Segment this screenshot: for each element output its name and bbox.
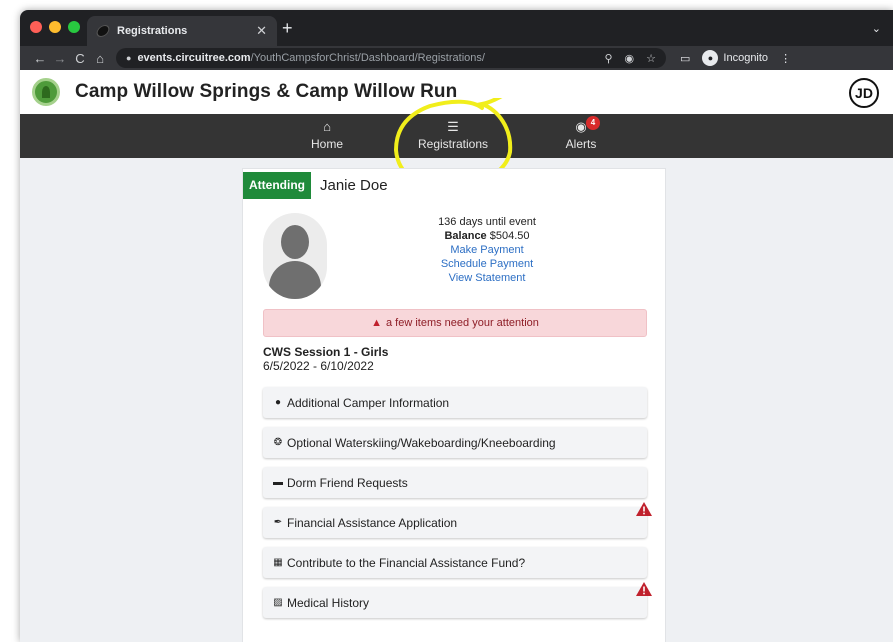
bell-icon: ◉ <box>575 119 587 134</box>
balance-value: $504.50 <box>489 230 530 242</box>
incognito-label: Incognito <box>723 52 769 64</box>
browser-tab-bar: Registrations ✕ + ⌄ <box>20 10 893 46</box>
camper-photo-placeholder <box>263 213 327 299</box>
incognito-icon: ● <box>702 50 719 66</box>
minimize-window-button[interactable] <box>49 21 61 33</box>
balance-label: Balance <box>444 230 487 242</box>
nav-item-home[interactable]: ⌂ Home <box>277 119 377 152</box>
browser-tab[interactable]: Registrations ✕ <box>87 16 277 46</box>
address-bar[interactable]: ● events.circuitree.com/YouthCampsforChr… <box>116 48 666 68</box>
screenshot-stage: Registrations ✕ + ⌄ ← → C ⌂ ● events.cir… <box>0 0 893 642</box>
reload-button[interactable]: C <box>70 51 90 66</box>
form-item-label: Optional Waterskiing/Wakeboarding/Kneebo… <box>287 435 556 450</box>
make-payment-link[interactable]: Make Payment <box>397 243 577 257</box>
main-content: Attending Janie Doe 136 days until event… <box>20 158 893 642</box>
form-item-dorm-friend-requests[interactable]: ▬ Dorm Friend Requests <box>263 467 647 498</box>
form-item-financial-assistance-application[interactable]: ✒ Financial Assistance Application <box>263 502 652 538</box>
days-until-event: 136 days until event <box>438 216 536 228</box>
browser-window: Registrations ✕ + ⌄ ← → C ⌂ ● events.cir… <box>20 10 893 642</box>
session-dates: 6/5/2022 - 6/10/2022 <box>263 359 374 373</box>
address-bar-icons: ⚲ ◉ ☆ <box>604 52 656 65</box>
browser-toolbar: ← → C ⌂ ● events.circuitree.com/YouthCam… <box>20 46 893 70</box>
paperclip-icon: ✒ <box>273 517 283 528</box>
attention-alert: ▲ a few items need your attention <box>263 309 647 337</box>
user-icon: ● <box>274 397 282 408</box>
form-item-label: Dorm Friend Requests <box>287 475 408 490</box>
tab-title: Registrations <box>117 25 188 37</box>
status-badge: Attending <box>243 172 311 199</box>
form-item-label: Contribute to the Financial Assistance F… <box>287 555 526 570</box>
url-host: events.circuitree.com <box>137 52 251 64</box>
home-icon: ⌂ <box>323 119 331 134</box>
maximize-window-button[interactable] <box>68 21 80 33</box>
gift-icon: ▦ <box>273 557 283 568</box>
tab-close-icon[interactable]: ✕ <box>256 23 267 39</box>
camper-name: Janie Doe <box>320 177 388 194</box>
session-name: CWS Session 1 - Girls <box>263 345 389 359</box>
form-item-label: Financial Assistance Application <box>287 515 458 530</box>
form-item-optional-waterskiing[interactable]: ❂ Optional Waterskiing/Wakeboarding/Knee… <box>263 427 647 458</box>
tab-search-chevron-icon[interactable]: ⌄ <box>872 22 881 35</box>
zoom-icon[interactable]: ⚲ <box>604 52 612 65</box>
alert-triangle-icon <box>636 582 652 596</box>
back-button[interactable]: ← <box>30 51 50 66</box>
attention-message: a few items need your attention <box>386 317 539 329</box>
nav-item-label: Home <box>310 137 343 151</box>
toolbar-right: ▭ ● Incognito ⋮ <box>680 50 791 66</box>
home-button[interactable]: ⌂ <box>90 51 110 66</box>
url-path: /YouthCampsforChrist/Dashboard/Registrat… <box>250 52 485 64</box>
alerts-count-badge: 4 <box>586 116 600 130</box>
view-statement-link[interactable]: View Statement <box>397 271 577 285</box>
form-item-label: Additional Camper Information <box>287 395 450 410</box>
window-controls <box>30 21 80 33</box>
new-tab-button[interactable]: + <box>282 18 293 39</box>
nav-item-label: Alerts <box>565 137 597 151</box>
lock-icon: ● <box>126 53 132 63</box>
forward-button[interactable]: → <box>50 51 70 66</box>
form-item-additional-camper-information[interactable]: ● Additional Camper Information <box>263 387 647 418</box>
forms-list: ● Additional Camper Information ❂ Option… <box>263 387 652 627</box>
warning-icon: ▲ <box>371 317 382 329</box>
tab-favicon-icon <box>94 25 112 37</box>
nav-item-alerts[interactable]: ◉ 4 Alerts <box>531 116 631 151</box>
balance-line: Balance $504.50 <box>397 229 577 243</box>
bed-icon: ▬ <box>273 477 283 488</box>
form-item-medical-history[interactable]: ▨ Medical History <box>263 582 652 618</box>
star-icon[interactable]: ☆ <box>646 52 656 65</box>
site-nav: ⌂ Home ☰ Registrations ◉ 4 Alerts <box>20 98 893 189</box>
cast-icon[interactable]: ▭ <box>680 52 690 65</box>
alert-triangle-icon <box>636 502 652 516</box>
incognito-indicator[interactable]: ● Incognito <box>702 50 768 66</box>
close-window-button[interactable] <box>30 21 42 33</box>
medkit-icon: ▨ <box>273 597 283 608</box>
user-avatar[interactable]: JD <box>849 78 879 108</box>
life-ring-icon: ❂ <box>273 437 283 448</box>
browser-menu-icon[interactable]: ⋮ <box>780 52 791 65</box>
schedule-payment-link[interactable]: Schedule Payment <box>397 257 577 271</box>
form-item-contribute-financial-assistance-fund[interactable]: ▦ Contribute to the Financial Assistance… <box>263 547 647 578</box>
registration-summary: 136 days until event Balance $504.50 Mak… <box>397 215 577 285</box>
form-item-label: Medical History <box>287 595 370 610</box>
registration-card: Attending Janie Doe 136 days until event… <box>242 168 666 642</box>
eye-slash-icon[interactable]: ◉ <box>625 52 635 65</box>
camp-logo-icon[interactable] <box>32 78 60 106</box>
